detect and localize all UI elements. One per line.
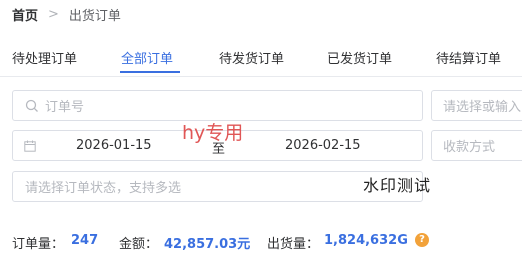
date-start-value[interactable]: 2026-01-15: [76, 138, 152, 153]
amount-label: 金额：: [119, 237, 159, 252]
breadcrumb: 首页 > 出货订单: [12, 5, 121, 24]
tab-active-indicator: [120, 71, 180, 73]
order-status-multiselect[interactable]: 请选择订单状态，支持多选: [12, 171, 423, 202]
tab-to-ship[interactable]: 待发货订单: [219, 48, 284, 67]
volume-label: 出货量：: [267, 237, 320, 252]
watermark-red: hy专用: [182, 122, 244, 144]
select-or-input-field[interactable]: 请选择或输入: [431, 90, 522, 121]
tab-shipped[interactable]: 已发货订单: [327, 48, 392, 67]
help-icon[interactable]: ?: [415, 233, 429, 247]
order-number-placeholder: 订单号: [45, 100, 85, 115]
volume-value: 1,824,632G: [324, 233, 408, 248]
tab-pending[interactable]: 待处理订单: [12, 48, 77, 67]
breadcrumb-current: 出货订单: [68, 8, 121, 24]
tab-all[interactable]: 全部订单: [121, 48, 173, 67]
watermark-black: 水印测试: [363, 176, 432, 195]
calendar-icon: [24, 140, 36, 152]
tab-to-settle[interactable]: 待结算订单: [436, 48, 501, 67]
order-status-placeholder: 请选择订单状态，支持多选: [25, 181, 182, 196]
order-count-value: 247: [71, 233, 99, 248]
select-or-input-placeholder: 请选择或输入: [443, 100, 522, 115]
payment-method-select[interactable]: 收款方式: [431, 130, 522, 161]
payment-method-placeholder: 收款方式: [443, 140, 496, 155]
order-count-label: 订单量：: [12, 237, 65, 252]
search-icon: [25, 99, 39, 113]
breadcrumb-home[interactable]: 首页: [12, 5, 38, 24]
breadcrumb-separator: >: [48, 6, 59, 22]
order-number-input[interactable]: 订单号: [12, 90, 423, 121]
amount-value: 42,857.03元: [164, 237, 251, 252]
date-end-value[interactable]: 2026-02-15: [285, 138, 361, 153]
